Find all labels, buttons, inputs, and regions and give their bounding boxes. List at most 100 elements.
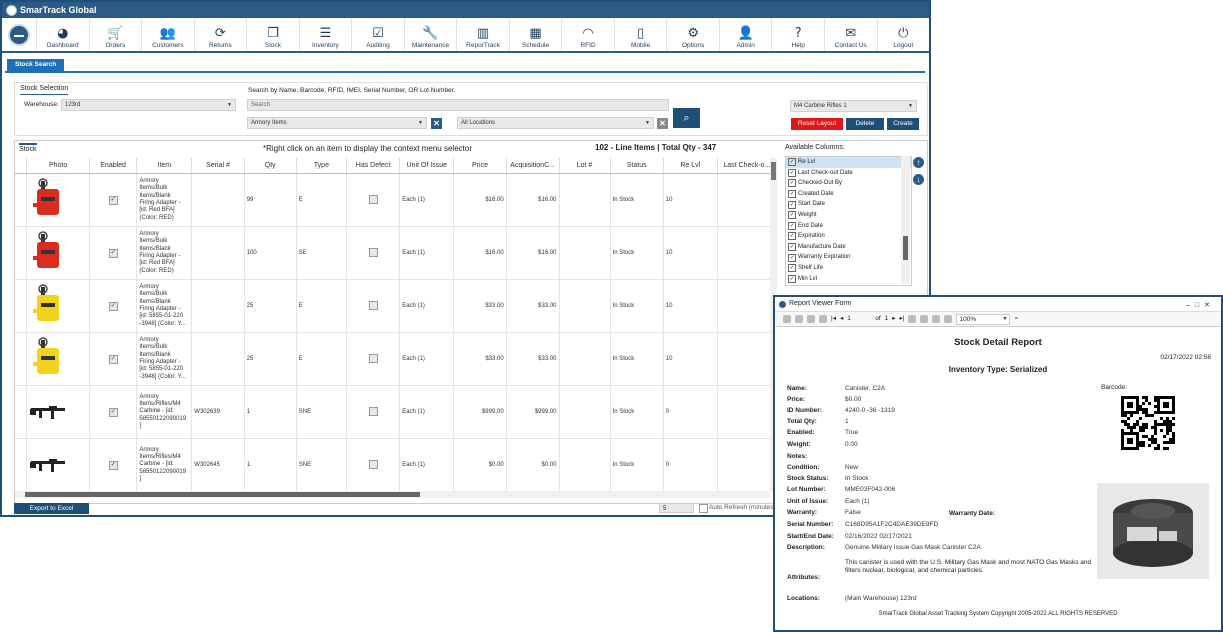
stop-icon[interactable] — [807, 315, 815, 323]
column-header-lot-[interactable]: Lot # — [559, 158, 611, 174]
nav-admin[interactable]: 👤 Admin — [718, 18, 772, 51]
column-header-unit-of-issue[interactable]: Unit Of Issue — [399, 158, 455, 174]
column-header-re-lvl[interactable]: Re Lvl — [663, 158, 718, 174]
table-row[interactable]: ✓ Armory Items/Rifles/M4 Carbine - [id: 5… — [15, 385, 777, 439]
nav-auditing[interactable]: ☑ Auditing — [351, 18, 404, 51]
has-defect-checkbox[interactable] — [368, 406, 378, 416]
column-header-photo[interactable]: Photo — [26, 158, 90, 174]
enabled-checkbox[interactable]: ✓ — [108, 248, 118, 258]
table-row[interactable]: ✓ Armory Items/Rifles/M4 Carbine - [id: 5… — [15, 438, 777, 492]
nav-inventory[interactable]: ☰ Inventory — [298, 18, 352, 51]
nav-returns[interactable]: ⟳ Returns — [193, 18, 247, 51]
available-column-item[interactable]: ✓ Checked-Out By — [786, 178, 911, 189]
reset-layout-button[interactable]: Reset Layout — [791, 118, 843, 130]
table-row[interactable]: ✓ Armory Items/Bulk Items/Blank Firing Ad… — [15, 226, 777, 280]
nav-contact-us[interactable]: ✉ Contact Us — [823, 18, 877, 51]
next-page-icon[interactable]: ▸ — [892, 312, 895, 326]
maximize-icon[interactable]: □ — [1195, 302, 1204, 309]
columns-scrollbar[interactable] — [901, 156, 910, 284]
print-icon[interactable] — [908, 315, 917, 323]
clear-category-button[interactable]: ✕ — [431, 118, 442, 129]
nav-options[interactable]: ⚙ Options — [666, 18, 719, 51]
row-selector[interactable] — [15, 385, 28, 439]
nav-customers[interactable]: 👥 Customers — [141, 18, 194, 51]
enabled-checkbox[interactable]: ✓ — [108, 460, 118, 470]
column-checkbox[interactable]: ✓ — [788, 232, 796, 241]
nav-reportrack[interactable]: ▥ ReporTrack — [456, 18, 509, 51]
available-column-item[interactable]: ✓ Expiration — [786, 231, 911, 242]
enabled-checkbox[interactable]: ✓ — [108, 301, 118, 311]
column-checkbox[interactable]: ✓ — [788, 168, 796, 177]
nav-schedule[interactable]: ▦ Schedule — [508, 18, 562, 51]
row-selector[interactable] — [15, 173, 28, 227]
available-column-item[interactable]: ✓ Min Lvl — [786, 274, 911, 285]
close-icon[interactable]: ✕ — [1204, 302, 1215, 309]
has-defect-checkbox[interactable] — [368, 194, 378, 204]
available-column-item[interactable]: ✓ Last Check-out Date — [786, 168, 911, 179]
available-column-item[interactable]: ✓ Shelf Life — [786, 263, 911, 274]
prev-page-icon[interactable]: ◂ — [840, 312, 843, 326]
column-header-type[interactable]: Type — [296, 158, 347, 174]
scrollbar-thumb[interactable] — [25, 492, 420, 497]
nav-orders[interactable]: 🛒 Orders — [88, 18, 142, 51]
available-column-item[interactable]: ✓ Re Lvl — [786, 157, 911, 168]
column-header-item[interactable]: Item — [136, 158, 193, 174]
location-select[interactable]: All Locations ▼ — [457, 117, 654, 129]
nav-logout[interactable]: ⏻ Logout — [876, 18, 930, 51]
column-checkbox[interactable]: ✓ — [788, 179, 796, 188]
has-defect-checkbox[interactable] — [368, 247, 378, 257]
forward-icon[interactable] — [795, 315, 803, 323]
has-defect-checkbox[interactable] — [368, 353, 378, 363]
available-column-item[interactable]: ✓ Created Date — [786, 189, 911, 200]
table-row[interactable]: ✓ Armory Items/Bulk Items/Blank Firing Ad… — [15, 279, 777, 333]
create-layout-button[interactable]: Create — [887, 118, 919, 130]
nav-dashboard[interactable]: ◕ Dashboard — [36, 18, 89, 51]
nav-mobile[interactable]: ▯ Mobile — [613, 18, 667, 51]
column-checkbox[interactable]: ✓ — [788, 190, 796, 199]
table-row[interactable]: ✓ Armory Items/Bulk Items/Blank Firing Ad… — [15, 173, 777, 227]
warehouse-select[interactable]: 123rd ▼ — [61, 99, 236, 111]
has-defect-checkbox[interactable] — [368, 300, 378, 310]
column-checkbox[interactable]: ✓ — [788, 200, 796, 209]
nav-rfid[interactable]: ◠ RFID — [561, 18, 614, 51]
column-header-price[interactable]: Price — [453, 158, 507, 174]
column-checkbox[interactable]: ✓ — [788, 243, 796, 252]
move-down-button[interactable]: ↓ — [913, 174, 924, 185]
tab-stock-search[interactable]: Stock Search — [7, 59, 65, 71]
column-checkbox[interactable]: ✓ — [788, 211, 796, 220]
column-checkbox[interactable]: ✓ — [788, 158, 796, 167]
column-checkbox[interactable]: ✓ — [788, 253, 796, 262]
grid-horizontal-scrollbar[interactable] — [15, 491, 770, 498]
column-header-has-defect[interactable]: Has Defect — [346, 158, 401, 174]
table-row[interactable]: ✓ Armory Items/Bulk Items/Blank Firing Ad… — [15, 332, 777, 386]
page-setup-icon[interactable] — [932, 315, 941, 323]
export-icon[interactable] — [944, 315, 953, 323]
enabled-checkbox[interactable]: ✓ — [108, 407, 118, 417]
minimize-icon[interactable]: – — [1186, 302, 1195, 309]
has-defect-checkbox[interactable] — [368, 459, 378, 469]
available-column-item[interactable]: ✓ End Date — [786, 221, 911, 232]
delete-layout-button[interactable]: Delete — [846, 118, 884, 130]
row-selector[interactable] — [15, 226, 28, 280]
scrollbar-thumb[interactable] — [903, 236, 908, 260]
enabled-checkbox[interactable]: ✓ — [108, 354, 118, 364]
clear-location-button[interactable]: ✕ — [657, 118, 668, 129]
row-selector[interactable] — [15, 438, 28, 492]
export-to-excel-button[interactable]: Export to Excel — [14, 503, 89, 514]
move-up-button[interactable]: ↑ — [913, 157, 924, 168]
column-header-last-check-o-[interactable]: Last Check-o... — [717, 158, 777, 174]
nav-help[interactable]: ? Help — [771, 18, 824, 51]
available-column-item[interactable]: ✓ Start Date — [786, 199, 911, 210]
available-column-item[interactable]: ✓ Manufacture Date — [786, 242, 911, 253]
column-checkbox[interactable]: ✓ — [788, 274, 796, 283]
category-select[interactable]: Armory Items ▼ — [247, 117, 427, 129]
layout-select[interactable]: M4 Carbine Rifles 1 ▼ — [790, 100, 917, 112]
row-selector[interactable] — [15, 279, 28, 333]
refresh-interval-input[interactable]: 5 — [659, 503, 694, 513]
column-header-acquisitionc-[interactable]: AcquisitionC... — [506, 158, 560, 174]
nav-stock[interactable]: ❐ Stock — [246, 18, 299, 51]
available-column-item[interactable]: ✓ Warranty Expiration — [786, 252, 911, 263]
nav-maintenance[interactable]: 🔧 Maintenance — [403, 18, 457, 51]
last-page-icon[interactable]: ▸| — [900, 312, 905, 326]
search-input[interactable]: Search — [247, 99, 669, 111]
